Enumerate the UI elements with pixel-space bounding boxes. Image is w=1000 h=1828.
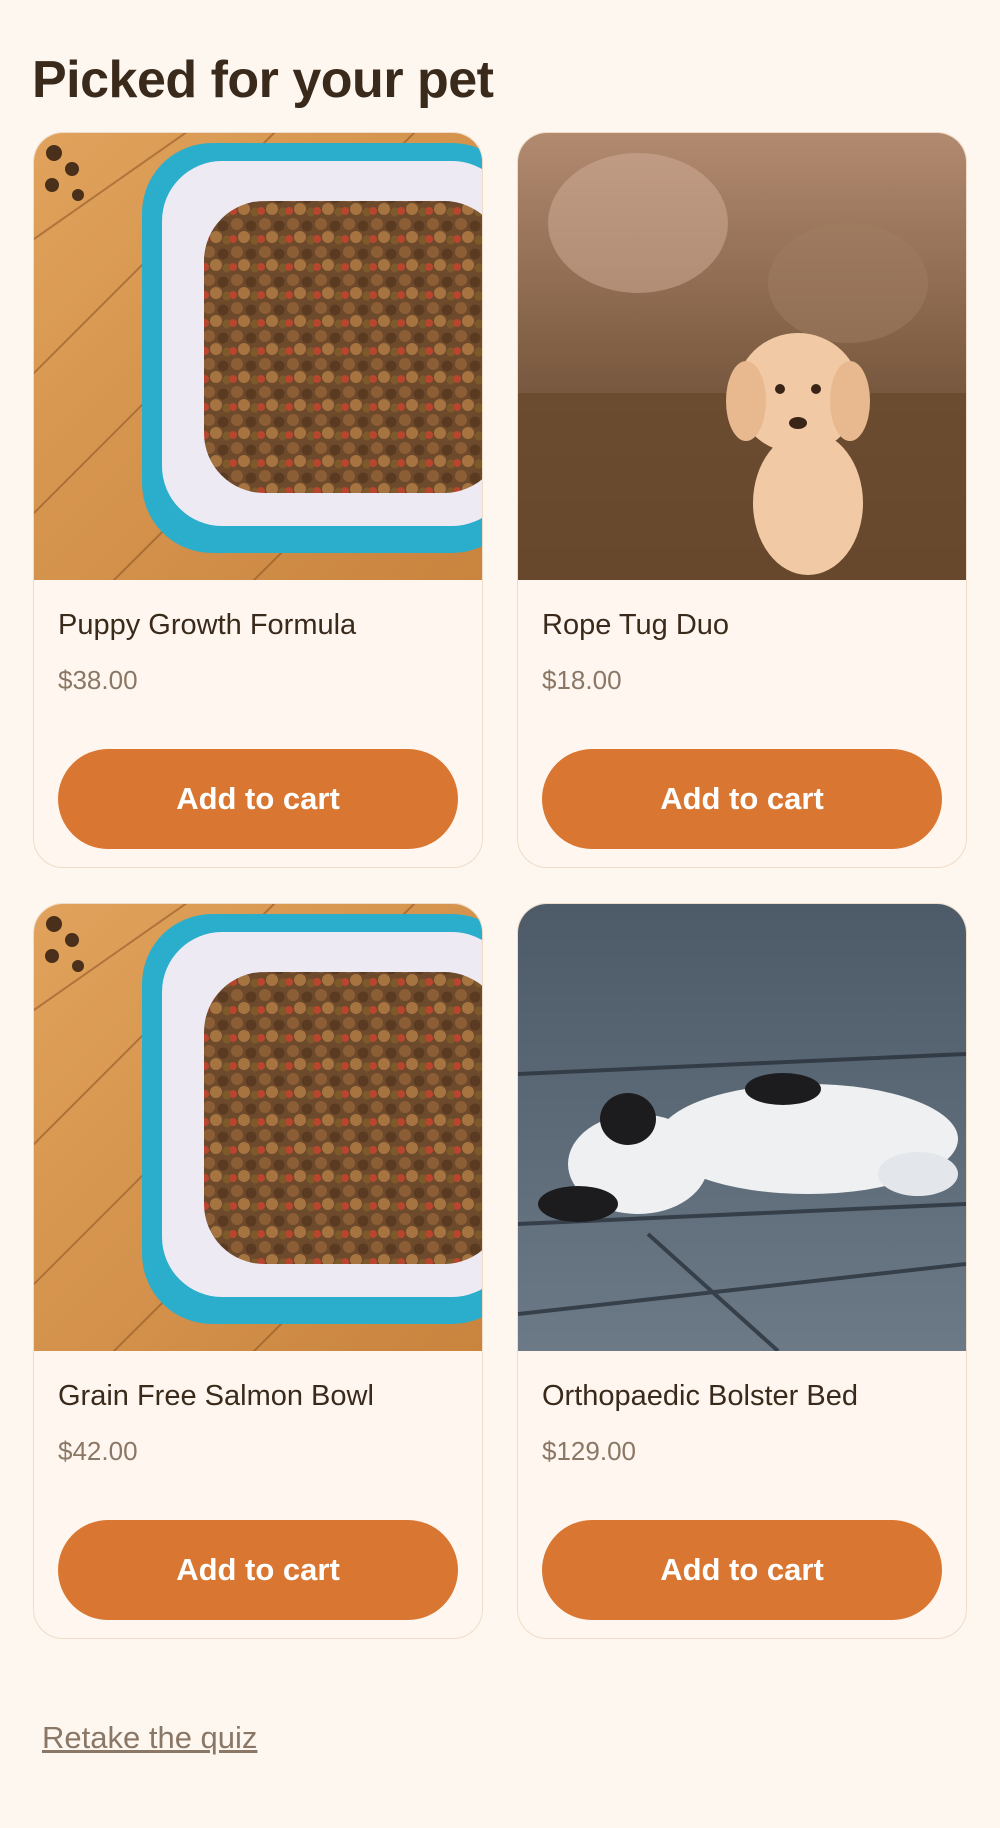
product-name[interactable]: Grain Free Salmon Bowl bbox=[58, 1380, 374, 1413]
page-title: Picked for your pet bbox=[32, 51, 494, 109]
retake-quiz-link[interactable]: Retake the quiz bbox=[42, 1720, 257, 1756]
product-name[interactable]: Orthopaedic Bolster Bed bbox=[542, 1380, 858, 1413]
product-price: $38.00 bbox=[58, 665, 138, 695]
product-card: Grain Free Salmon Bowl $42.00 Add to car… bbox=[33, 903, 483, 1639]
recommendations-page: Picked for your pet Puppy Growth Formula… bbox=[0, 0, 1000, 1828]
product-card: Puppy Growth Formula $38.00 Add to cart bbox=[33, 132, 483, 868]
add-to-cart-button[interactable]: Add to cart bbox=[542, 1520, 942, 1620]
dog-food-bowl-photo bbox=[34, 904, 482, 1351]
product-image[interactable] bbox=[518, 904, 966, 1351]
add-to-cart-button[interactable]: Add to cart bbox=[542, 749, 942, 849]
golden-puppy-running-photo bbox=[518, 133, 966, 580]
sleeping-puppy-photo bbox=[518, 904, 966, 1351]
product-card: Orthopaedic Bolster Bed $129.00 Add to c… bbox=[517, 903, 967, 1639]
product-name[interactable]: Puppy Growth Formula bbox=[58, 609, 356, 642]
product-price: $18.00 bbox=[542, 665, 622, 695]
product-name[interactable]: Rope Tug Duo bbox=[542, 609, 729, 642]
product-price: $129.00 bbox=[542, 1436, 636, 1466]
product-price: $42.00 bbox=[58, 1436, 138, 1466]
add-to-cart-button[interactable]: Add to cart bbox=[58, 749, 458, 849]
dog-food-bowl-photo bbox=[34, 133, 482, 580]
product-card: Rope Tug Duo $18.00 Add to cart bbox=[517, 132, 967, 868]
product-image[interactable] bbox=[34, 904, 482, 1351]
product-image[interactable] bbox=[34, 133, 482, 580]
product-image[interactable] bbox=[518, 133, 966, 580]
add-to-cart-button[interactable]: Add to cart bbox=[58, 1520, 458, 1620]
